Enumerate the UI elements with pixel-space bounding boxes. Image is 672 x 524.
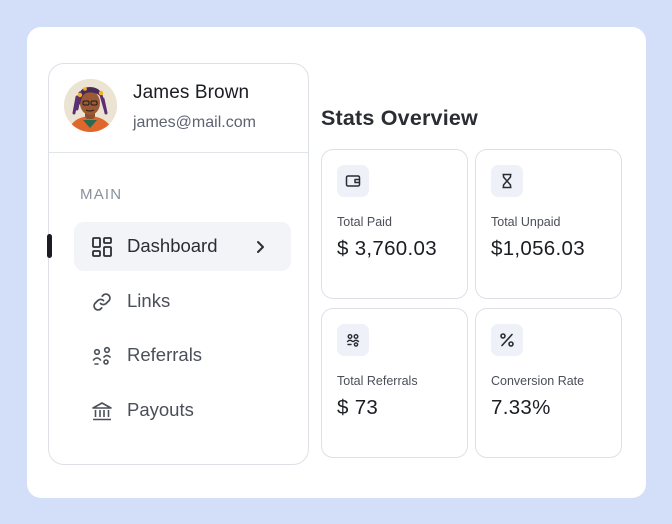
sidebar-item-dashboard[interactable]: Dashboard — [74, 222, 291, 271]
dashboard-grid-icon — [91, 236, 113, 258]
hourglass-icon — [491, 165, 523, 197]
bank-icon — [91, 400, 113, 422]
sidebar-item-label: Payouts — [127, 399, 194, 420]
profile-header[interactable]: James Brown james@mail.com — [49, 64, 308, 153]
sidebar-item-links[interactable]: Links — [74, 277, 291, 326]
referrals-icon — [91, 345, 113, 367]
sidebar-item-label: Dashboard — [127, 235, 218, 256]
active-indicator — [47, 234, 52, 258]
user-email: james@mail.com — [133, 114, 256, 131]
stat-value: $ 73 — [337, 396, 379, 419]
referrals-icon — [337, 324, 369, 356]
stat-card-total-unpaid[interactable]: Total Unpaid $1,056.03 — [475, 149, 622, 299]
sidebar-item-referrals[interactable]: Referrals — [74, 331, 291, 380]
stat-value: $ 3,760.03 — [337, 237, 437, 260]
stat-label: Conversion Rate — [491, 374, 585, 388]
section-label-main: MAIN — [80, 186, 123, 203]
sidebar-item-label: Links — [127, 290, 171, 311]
stat-value: 7.33% — [491, 396, 551, 419]
sidebar: James Brown james@mail.com MAIN Dashboar… — [47, 63, 309, 465]
percent-icon — [491, 324, 523, 356]
stat-label: Total Unpaid — [491, 215, 561, 229]
avatar[interactable] — [64, 79, 117, 132]
sidebar-item-payouts[interactable]: Payouts — [74, 386, 291, 435]
sidebar-item-label: Referrals — [127, 344, 203, 365]
stat-label: Total Paid — [337, 215, 392, 229]
link-icon — [91, 291, 113, 313]
wallet-icon — [337, 165, 369, 197]
stat-card-total-referrals[interactable]: Total Referrals $ 73 — [321, 308, 468, 458]
stat-label: Total Referrals — [337, 374, 418, 388]
chevron-right-icon — [254, 238, 268, 256]
stat-card-total-paid[interactable]: Total Paid $ 3,760.03 — [321, 149, 468, 299]
stat-value: $1,056.03 — [491, 237, 585, 260]
stat-card-conversion-rate[interactable]: Conversion Rate 7.33% — [475, 308, 622, 458]
stats-title: Stats Overview — [321, 106, 478, 130]
user-name: James Brown — [133, 82, 250, 103]
